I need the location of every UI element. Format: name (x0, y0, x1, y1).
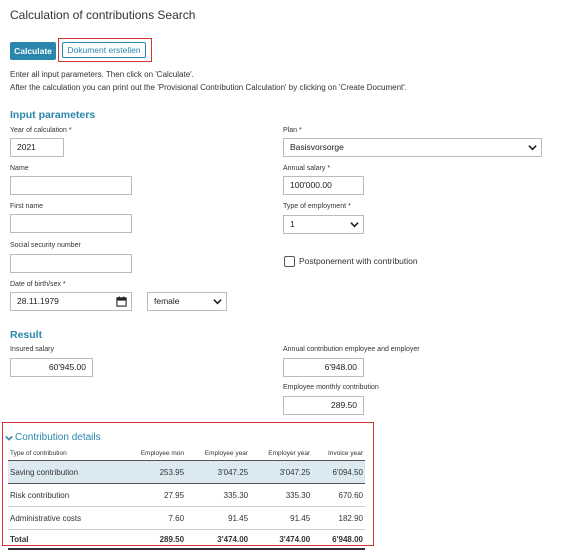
ssn-label: Social security number (10, 242, 81, 249)
plan-select[interactable]: Basisvorsorge (283, 138, 542, 157)
monthly-contribution-label: Employee monthly contribution (283, 384, 379, 391)
intro-text-1: Enter all input parameters. Then click o… (10, 70, 194, 79)
table-cell: Total (8, 529, 122, 550)
annual-contribution-label: Annual contribution employee and employe… (283, 346, 420, 353)
table-cell: 335.30 (186, 483, 251, 507)
column-header: Type of contribution (8, 448, 122, 461)
chevron-down-icon (528, 145, 537, 151)
table-row: Risk contribution 27.95 335.30 335.30 67… (8, 483, 365, 507)
input-parameters-heading: Input parameters (10, 109, 96, 121)
column-header: Employee year (186, 448, 251, 461)
table-cell: 670.60 (312, 483, 365, 507)
result-heading: Result (10, 329, 43, 341)
chevron-down-icon[interactable] (5, 434, 13, 442)
postponement-checkbox[interactable] (284, 256, 295, 267)
intro-text-2: After the calculation you can print out … (10, 83, 407, 92)
firstname-label: First name (10, 203, 44, 210)
plan-label: Plan * (283, 127, 302, 134)
table-cell: 6'094.50 (312, 460, 365, 484)
name-label: Name (10, 165, 29, 172)
ssn-field[interactable] (10, 254, 132, 273)
table-cell: 91.45 (250, 506, 313, 530)
salary-field[interactable]: 100'000.00 (283, 176, 364, 195)
column-header: Employer year (250, 448, 313, 461)
contribution-details-table: Type of contribution Employee mon Employ… (8, 448, 365, 550)
chevron-down-icon (213, 299, 222, 305)
employment-value: 1 (290, 219, 295, 229)
table-cell: 3'047.25 (186, 460, 251, 484)
page-title: Calculation of contributions Search (10, 8, 196, 22)
calculate-button[interactable]: Calculate (10, 42, 56, 60)
create-document-highlight: Dokument erstellen (58, 38, 152, 62)
table-cell: Saving contribution (8, 460, 122, 484)
contribution-details-heading[interactable]: Contribution details (15, 432, 101, 443)
chevron-down-icon (350, 222, 359, 228)
employment-select[interactable]: 1 (283, 215, 364, 234)
table-cell: 27.95 (122, 483, 187, 507)
annual-contribution-field: 6'948.00 (283, 358, 364, 377)
table-cell: 91.45 (186, 506, 251, 530)
insured-salary-label: Insured salary (10, 346, 54, 353)
table-row: Saving contribution 253.95 3'047.25 3'04… (8, 460, 365, 484)
table-cell: Risk contribution (8, 483, 122, 507)
salary-label: Annual salary * (283, 165, 331, 172)
create-document-button[interactable]: Dokument erstellen (62, 42, 146, 58)
column-header: Employee mon (122, 448, 187, 461)
year-label: Year of calculation * (10, 127, 72, 134)
name-field[interactable] (10, 176, 132, 195)
plan-value: Basisvorsorge (290, 142, 344, 152)
table-cell: 7.60 (122, 506, 187, 530)
table-cell: 3'474.00 (250, 529, 313, 550)
table-cell: 182.90 (312, 506, 365, 530)
table-cell: 3'047.25 (250, 460, 313, 484)
dob-label: Date of birth/sex * (10, 281, 66, 288)
table-cell: Administrative costs (8, 506, 122, 530)
dob-field[interactable]: 28.11.1979 (10, 292, 132, 311)
employment-label: Type of employment * (283, 203, 351, 210)
year-field[interactable]: 2021 (10, 138, 64, 157)
sex-select[interactable]: female (147, 292, 227, 311)
monthly-contribution-field: 289.50 (283, 396, 364, 415)
total-row: Total 289.50 3'474.00 3'474.00 6'948.00 (8, 529, 365, 550)
calendar-icon[interactable] (116, 296, 127, 307)
sex-value: female (154, 296, 180, 306)
table-cell: 289.50 (122, 529, 187, 550)
postponement-label: Postponement with contribution (299, 256, 418, 266)
table-cell: 253.95 (122, 460, 187, 484)
table-cell: 335.30 (250, 483, 313, 507)
table-cell: 3'474.00 (186, 529, 251, 550)
table-cell: 6'948.00 (312, 529, 365, 550)
dob-value: 28.11.1979 (17, 296, 59, 306)
firstname-field[interactable] (10, 214, 132, 233)
column-header: Invoice year (312, 448, 365, 461)
insured-salary-field: 60'945.00 (10, 358, 93, 377)
table-row: Administrative costs 7.60 91.45 91.45 18… (8, 506, 365, 530)
